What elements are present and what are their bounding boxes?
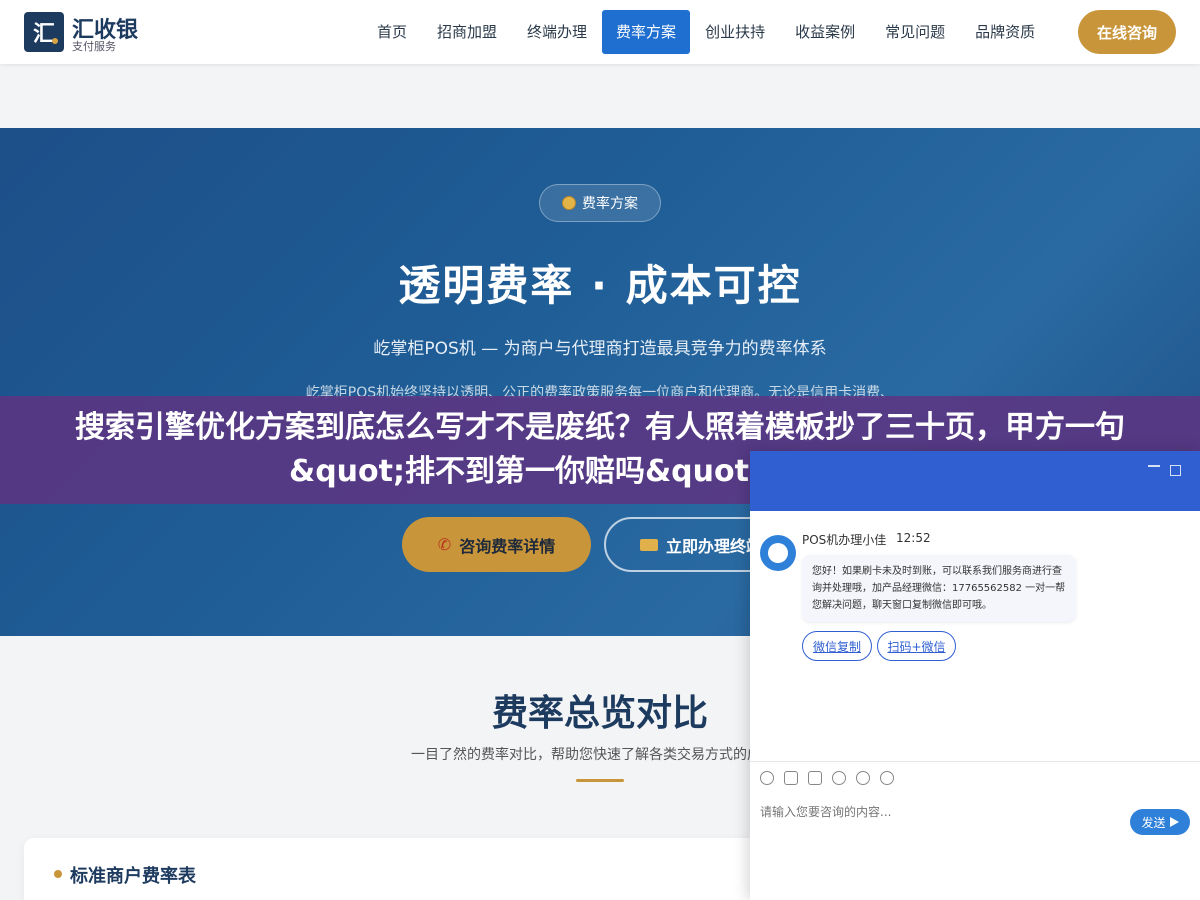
agent-face-icon	[768, 543, 788, 563]
logo-icon[interactable]: 汇	[24, 12, 64, 52]
hero-badge: 费率方案	[539, 184, 661, 222]
consult-rates-button[interactable]: ✆ 咨询费率详情	[402, 517, 591, 572]
nav-home[interactable]: 首页	[362, 10, 422, 54]
consult-rates-label: 咨询费率详情	[459, 536, 556, 556]
agent-avatar	[760, 535, 796, 571]
nav-startup-support[interactable]: 创业扶持	[690, 10, 780, 54]
hero-subtitle: 屹掌柜POS机 — 为商户与代理商打造最具竞争力的费率体系	[373, 339, 827, 359]
send-arrow-icon	[1169, 817, 1179, 827]
nav-franchise[interactable]: 招商加盟	[422, 10, 512, 54]
nav-rates[interactable]: 费率方案	[602, 10, 691, 54]
online-consult-button[interactable]: 在线咨询	[1078, 10, 1176, 54]
chat-history-icon[interactable]	[880, 771, 894, 785]
send-label: 发送	[1141, 815, 1166, 830]
section-divider	[576, 779, 624, 782]
rating-icon[interactable]	[832, 771, 846, 785]
message-time: 12:52	[896, 531, 931, 545]
nav-terminal[interactable]: 终端办理	[512, 10, 602, 54]
nav-earnings-cases[interactable]: 收益案例	[780, 10, 870, 54]
chat-toolbar	[760, 771, 894, 785]
emoji-icon[interactable]	[760, 771, 774, 785]
minimize-icon[interactable]	[1148, 465, 1160, 467]
nav-faq[interactable]: 常见问题	[870, 10, 960, 54]
chat-header	[750, 451, 1200, 511]
chat-widget: POS机办理小佳 12:52 您好！如果刷卡未及时到账，可以联系我们服务商进行查…	[750, 451, 1200, 900]
copy-wechat-chip[interactable]: 微信复制	[802, 631, 872, 661]
site-header: 汇 汇收银 支付服务 首页 招商加盟 终端办理 费率方案 创业扶持 收益案例 常…	[0, 0, 1200, 64]
credit-card-icon	[640, 538, 658, 551]
hero-title: 透明费率 · 成本可控	[398, 261, 802, 310]
hero-badge-label: 费率方案	[582, 196, 638, 212]
logo-subtitle: 支付服务	[72, 40, 116, 53]
standard-rate-title: 标准商户费率表	[70, 866, 196, 887]
money-bag-icon	[562, 196, 576, 210]
chat-message: 您好！如果刷卡未及时到账，可以联系我们服务商进行查询并处理哦，加产品经理微信：1…	[802, 555, 1076, 622]
agent-name: POS机办理小佳	[802, 533, 887, 547]
nav-brand-credentials[interactable]: 品牌资质	[960, 10, 1050, 54]
send-button[interactable]: 发送	[1130, 809, 1190, 835]
main-nav: 首页 招商加盟 终端办理 费率方案 创业扶持 收益案例 常见问题 品牌资质	[362, 10, 1050, 54]
maximize-icon[interactable]	[1170, 465, 1181, 476]
image-icon[interactable]	[784, 771, 798, 785]
chat-input[interactable]	[760, 801, 1120, 823]
bullet-dot-icon	[54, 870, 62, 878]
phone-icon: ✆	[437, 535, 452, 554]
screenshot-icon[interactable]	[808, 771, 822, 785]
scan-wechat-chip[interactable]: 扫码+微信	[877, 631, 956, 661]
chat-divider	[750, 761, 1200, 762]
mute-icon[interactable]	[856, 771, 870, 785]
apply-terminal-label: 立即办理终端	[666, 536, 763, 556]
